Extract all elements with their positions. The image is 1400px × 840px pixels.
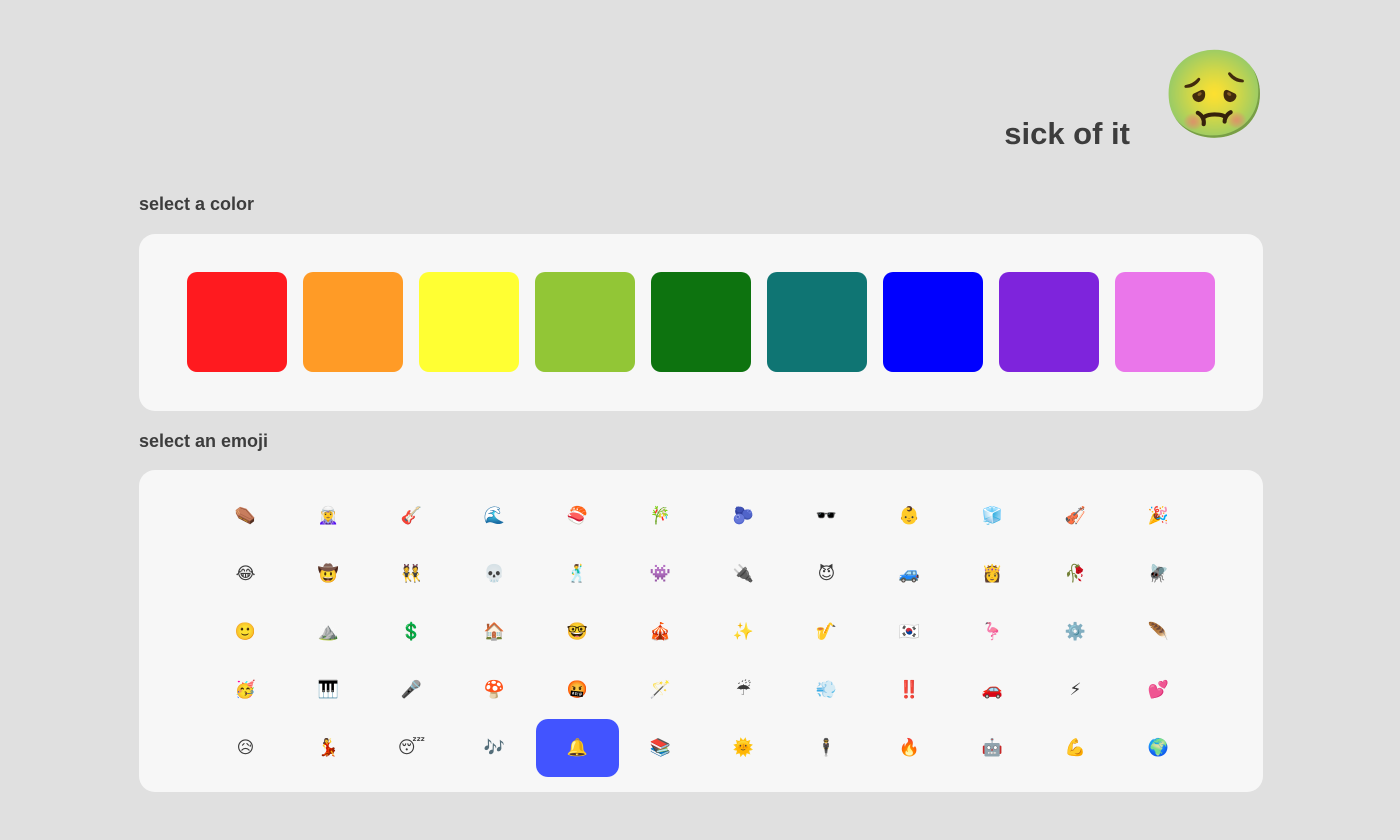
color-swatch[interactable] bbox=[187, 272, 287, 372]
emoji-option[interactable]: 💨 bbox=[785, 661, 868, 719]
emoji-option[interactable]: 🕴️ bbox=[785, 719, 868, 777]
emoji-option[interactable]: 😴 bbox=[370, 719, 453, 777]
color-swatch[interactable] bbox=[651, 272, 751, 372]
emoji-option[interactable]: 🥀 bbox=[1034, 545, 1117, 603]
emoji-option[interactable]: ⚡ bbox=[1034, 661, 1117, 719]
emoji-option[interactable]: 🪄 bbox=[619, 661, 702, 719]
emoji-option[interactable]: 🎤 bbox=[370, 661, 453, 719]
status-emoji: 🤢 bbox=[1161, 47, 1269, 143]
color-swatch[interactable] bbox=[999, 272, 1099, 372]
color-swatch[interactable] bbox=[303, 272, 403, 372]
emoji-option[interactable]: 🇰🇷 bbox=[868, 603, 951, 661]
emoji-option[interactable]: 🤖 bbox=[951, 719, 1034, 777]
emoji-option[interactable]: 🔥 bbox=[868, 719, 951, 777]
status-text: sick of it bbox=[1004, 116, 1130, 151]
emoji-option[interactable]: 🚙 bbox=[868, 545, 951, 603]
emoji-option[interactable]: 🥳 bbox=[204, 661, 287, 719]
emoji-option[interactable]: 🪰 bbox=[1117, 545, 1200, 603]
emoji-option[interactable]: 🎸 bbox=[370, 487, 453, 545]
emoji-option[interactable]: 🧝‍♀️ bbox=[287, 487, 370, 545]
emoji-option[interactable]: 🤓 bbox=[536, 603, 619, 661]
emoji-option-selected[interactable]: 🔔 bbox=[536, 719, 619, 777]
emoji-option[interactable]: 🫐 bbox=[702, 487, 785, 545]
emoji-option[interactable]: 👶 bbox=[868, 487, 951, 545]
emoji-option[interactable]: 📚 bbox=[619, 719, 702, 777]
emoji-option[interactable]: 👯 bbox=[370, 545, 453, 603]
color-swatch[interactable] bbox=[883, 272, 983, 372]
emoji-option[interactable]: 💕 bbox=[1117, 661, 1200, 719]
emoji-option[interactable]: 🌍 bbox=[1117, 719, 1200, 777]
color-swatch-row bbox=[187, 272, 1215, 372]
emoji-option[interactable]: ⚙️ bbox=[1034, 603, 1117, 661]
emoji-option[interactable]: 🤬 bbox=[536, 661, 619, 719]
emoji-option[interactable]: ⛰️ bbox=[287, 603, 370, 661]
emoji-option[interactable]: 🚗 bbox=[951, 661, 1034, 719]
color-swatch[interactable] bbox=[535, 272, 635, 372]
emoji-option[interactable]: 🤠 bbox=[287, 545, 370, 603]
emoji-option[interactable]: 🔌 bbox=[702, 545, 785, 603]
emoji-option[interactable]: 🎶 bbox=[453, 719, 536, 777]
emoji-option[interactable]: 🎷 bbox=[785, 603, 868, 661]
emoji-option[interactable]: 🌊 bbox=[453, 487, 536, 545]
color-swatch[interactable] bbox=[419, 272, 519, 372]
emoji-option[interactable]: 🎻 bbox=[1034, 487, 1117, 545]
emoji-option[interactable]: ⚰️ bbox=[204, 487, 287, 545]
emoji-option[interactable]: 👸 bbox=[951, 545, 1034, 603]
emoji-option[interactable]: 🪶 bbox=[1117, 603, 1200, 661]
emoji-option[interactable]: ‼️ bbox=[868, 661, 951, 719]
color-picker-panel bbox=[139, 234, 1263, 411]
emoji-option[interactable]: 🌞 bbox=[702, 719, 785, 777]
color-swatch[interactable] bbox=[767, 272, 867, 372]
emoji-option[interactable]: 🍄 bbox=[453, 661, 536, 719]
emoji-option[interactable]: 🎪 bbox=[619, 603, 702, 661]
emoji-option[interactable]: ✨ bbox=[702, 603, 785, 661]
emoji-option[interactable]: 💃 bbox=[287, 719, 370, 777]
emoji-option[interactable]: 💀 bbox=[453, 545, 536, 603]
emoji-option[interactable]: 🎹 bbox=[287, 661, 370, 719]
emoji-option[interactable]: 🦩 bbox=[951, 603, 1034, 661]
emoji-option[interactable]: 🧊 bbox=[951, 487, 1034, 545]
color-section-label: select a color bbox=[139, 194, 255, 214]
emoji-option[interactable]: 🎋 bbox=[619, 487, 702, 545]
emoji-option[interactable]: 🕺 bbox=[536, 545, 619, 603]
emoji-option[interactable]: 👾 bbox=[619, 545, 702, 603]
emoji-option[interactable]: 💪 bbox=[1034, 719, 1117, 777]
emoji-option[interactable]: 😥 bbox=[204, 719, 287, 777]
emoji-option[interactable]: 😈 bbox=[785, 545, 868, 603]
emoji-option[interactable]: ☔ bbox=[702, 661, 785, 719]
emoji-option[interactable]: 🕶️ bbox=[785, 487, 868, 545]
emoji-picker-panel: ⚰️ 🧝‍♀️ 🎸 🌊 🍣 🎋 🫐 🕶️ 👶 🧊 🎻 🎉 😂 🤠 👯 💀 🕺 👾 🔌 😈 🚙 👸 🥀 🪰 🙂 ⛰️ 💲 🏠 🤓 🎪 ✨ 🎷 🇰🇷… bbox=[139, 470, 1263, 792]
emoji-option[interactable]: 🍣 bbox=[536, 487, 619, 545]
emoji-section-label: select an emoji bbox=[139, 431, 269, 451]
emoji-option[interactable]: 🙂 bbox=[204, 603, 287, 661]
emoji-option[interactable]: 🏠 bbox=[453, 603, 536, 661]
emoji-option[interactable]: 😂 bbox=[204, 545, 287, 603]
emoji-option[interactable]: 🎉 bbox=[1117, 487, 1200, 545]
header: sick of it 🤢 bbox=[0, 0, 1400, 170]
emoji-grid: ⚰️ 🧝‍♀️ 🎸 🌊 🍣 🎋 🫐 🕶️ 👶 🧊 🎻 🎉 😂 🤠 👯 💀 🕺 👾 🔌 😈 🚙 👸 🥀 🪰 🙂 ⛰️ 💲 🏠 🤓 🎪 ✨ 🎷 🇰🇷… bbox=[204, 487, 1200, 777]
color-swatch[interactable] bbox=[1115, 272, 1215, 372]
emoji-option[interactable]: 💲 bbox=[370, 603, 453, 661]
